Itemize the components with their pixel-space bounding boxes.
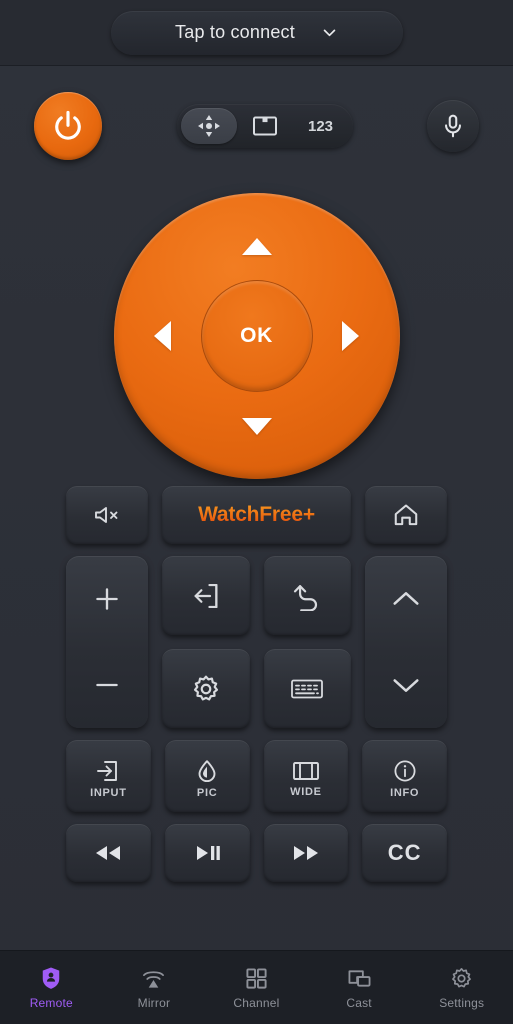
dpad-up-button[interactable] [234,223,280,269]
input-label: INPUT [90,786,127,799]
arrow-down-icon [241,417,272,435]
back-arrow-icon [292,581,322,611]
nav-item-channel[interactable]: Channel [205,951,308,1024]
keyboard-icon [290,676,324,702]
back-button[interactable] [263,556,351,635]
mid-control-grid [66,556,447,728]
power-icon [50,108,86,144]
mute-button[interactable] [66,486,148,544]
info-icon [392,758,418,784]
dpad-down-button[interactable] [234,403,280,449]
dpad-right-button[interactable] [328,313,374,359]
exit-button[interactable] [162,556,250,635]
numeric-keypad-label: 123 [307,117,334,135]
pic-label: PIC [196,786,218,799]
watchfree-label: WatchFree+ [198,503,315,526]
directional-pad: OK [113,193,400,479]
media-controls-row: CC [66,824,447,882]
channel-up-button[interactable] [365,556,447,642]
chevron-down-icon [389,673,423,697]
volume-rocker [66,556,148,728]
volume-up-button[interactable] [66,556,148,642]
nav-label-cast: Cast [346,996,372,1010]
dpad-container: OK [0,186,513,486]
info-button[interactable]: INFO [362,740,447,812]
nav-item-remote[interactable]: Remote [0,951,103,1024]
ok-label: OK [240,324,273,347]
mute-icon [92,503,122,527]
input-icon [95,758,121,784]
wide-label: WIDE [290,785,322,798]
screen-icon [252,115,278,137]
nav-label-channel: Channel [233,996,280,1010]
nav-item-settings[interactable]: Settings [410,951,513,1024]
dpad-left-button[interactable] [140,313,186,359]
button-pad-area: WatchFree+ INPUT PIC WIDE INFO CC [0,486,513,950]
channel-down-button[interactable] [365,642,447,728]
gear-icon [190,673,222,705]
info-label: INFO [390,786,420,799]
mode-dpad-touchpad[interactable] [180,108,237,144]
fast-forward-icon [290,843,322,863]
cast-icon [346,965,372,991]
keyboard-button[interactable] [263,649,351,728]
rewind-button[interactable] [66,824,151,882]
quick-actions-row: WatchFree+ [66,486,447,544]
remote-icon [38,965,64,991]
watchfree-plus-button[interactable]: WatchFree+ [162,486,351,544]
dpad-move-icon [195,112,223,140]
volume-down-button[interactable] [66,642,148,728]
remote-app-screen: Tap to connect 123 OK WatchFree+ INPUT P… [0,0,513,1024]
voice-search-button[interactable] [427,100,479,152]
plus-icon [91,583,123,615]
play-pause-button[interactable] [164,824,250,882]
dpad-ok-button[interactable]: OK [200,280,313,392]
top-connect-bar: Tap to connect [0,0,513,66]
center-button-grid [162,556,351,728]
arrow-right-icon [342,321,359,351]
play-pause-icon [192,843,222,863]
wide-aspect-button[interactable]: WIDE [263,740,349,812]
input-button[interactable]: INPUT [66,740,151,812]
cc-label: CC [387,840,422,865]
home-button[interactable] [365,486,447,544]
chevron-down-icon [321,24,338,41]
wide-aspect-icon [291,759,321,783]
nav-label-settings: Settings [439,996,485,1010]
microphone-icon [440,113,466,139]
nav-label-remote: Remote [29,996,73,1010]
input-mode-segmented-control: 123 [176,104,353,148]
connect-device-button[interactable]: Tap to connect [110,10,403,55]
droplet-icon [194,758,220,784]
nav-label-mirror: Mirror [137,996,171,1010]
grid-icon [243,965,269,991]
fast-forward-button[interactable] [263,824,349,882]
mode-screen[interactable] [237,108,293,144]
rewind-icon [92,843,124,863]
picture-mode-button[interactable]: PIC [164,740,250,812]
connect-label: Tap to connect [175,22,295,42]
home-icon [392,502,420,528]
settings-button[interactable] [162,649,250,728]
bottom-navigation: Remote Mirror Channel Cast Settings [0,950,513,1024]
chevron-up-icon [389,587,423,611]
arrow-left-icon [154,321,171,351]
arrow-up-icon [241,237,272,255]
nav-item-mirror[interactable]: Mirror [103,951,206,1024]
function-row: INPUT PIC WIDE INFO [66,740,447,812]
nav-item-cast[interactable]: Cast [308,951,411,1024]
mode-numeric-keypad[interactable]: 123 [293,108,349,144]
closed-caption-button[interactable]: CC [362,824,447,882]
gear-icon [449,965,475,991]
top-controls-row: 123 [0,66,513,186]
screen-mirror-icon [141,965,167,991]
minus-icon [91,669,123,701]
channel-rocker [365,556,447,728]
power-button[interactable] [34,92,102,160]
exit-icon [191,581,221,611]
